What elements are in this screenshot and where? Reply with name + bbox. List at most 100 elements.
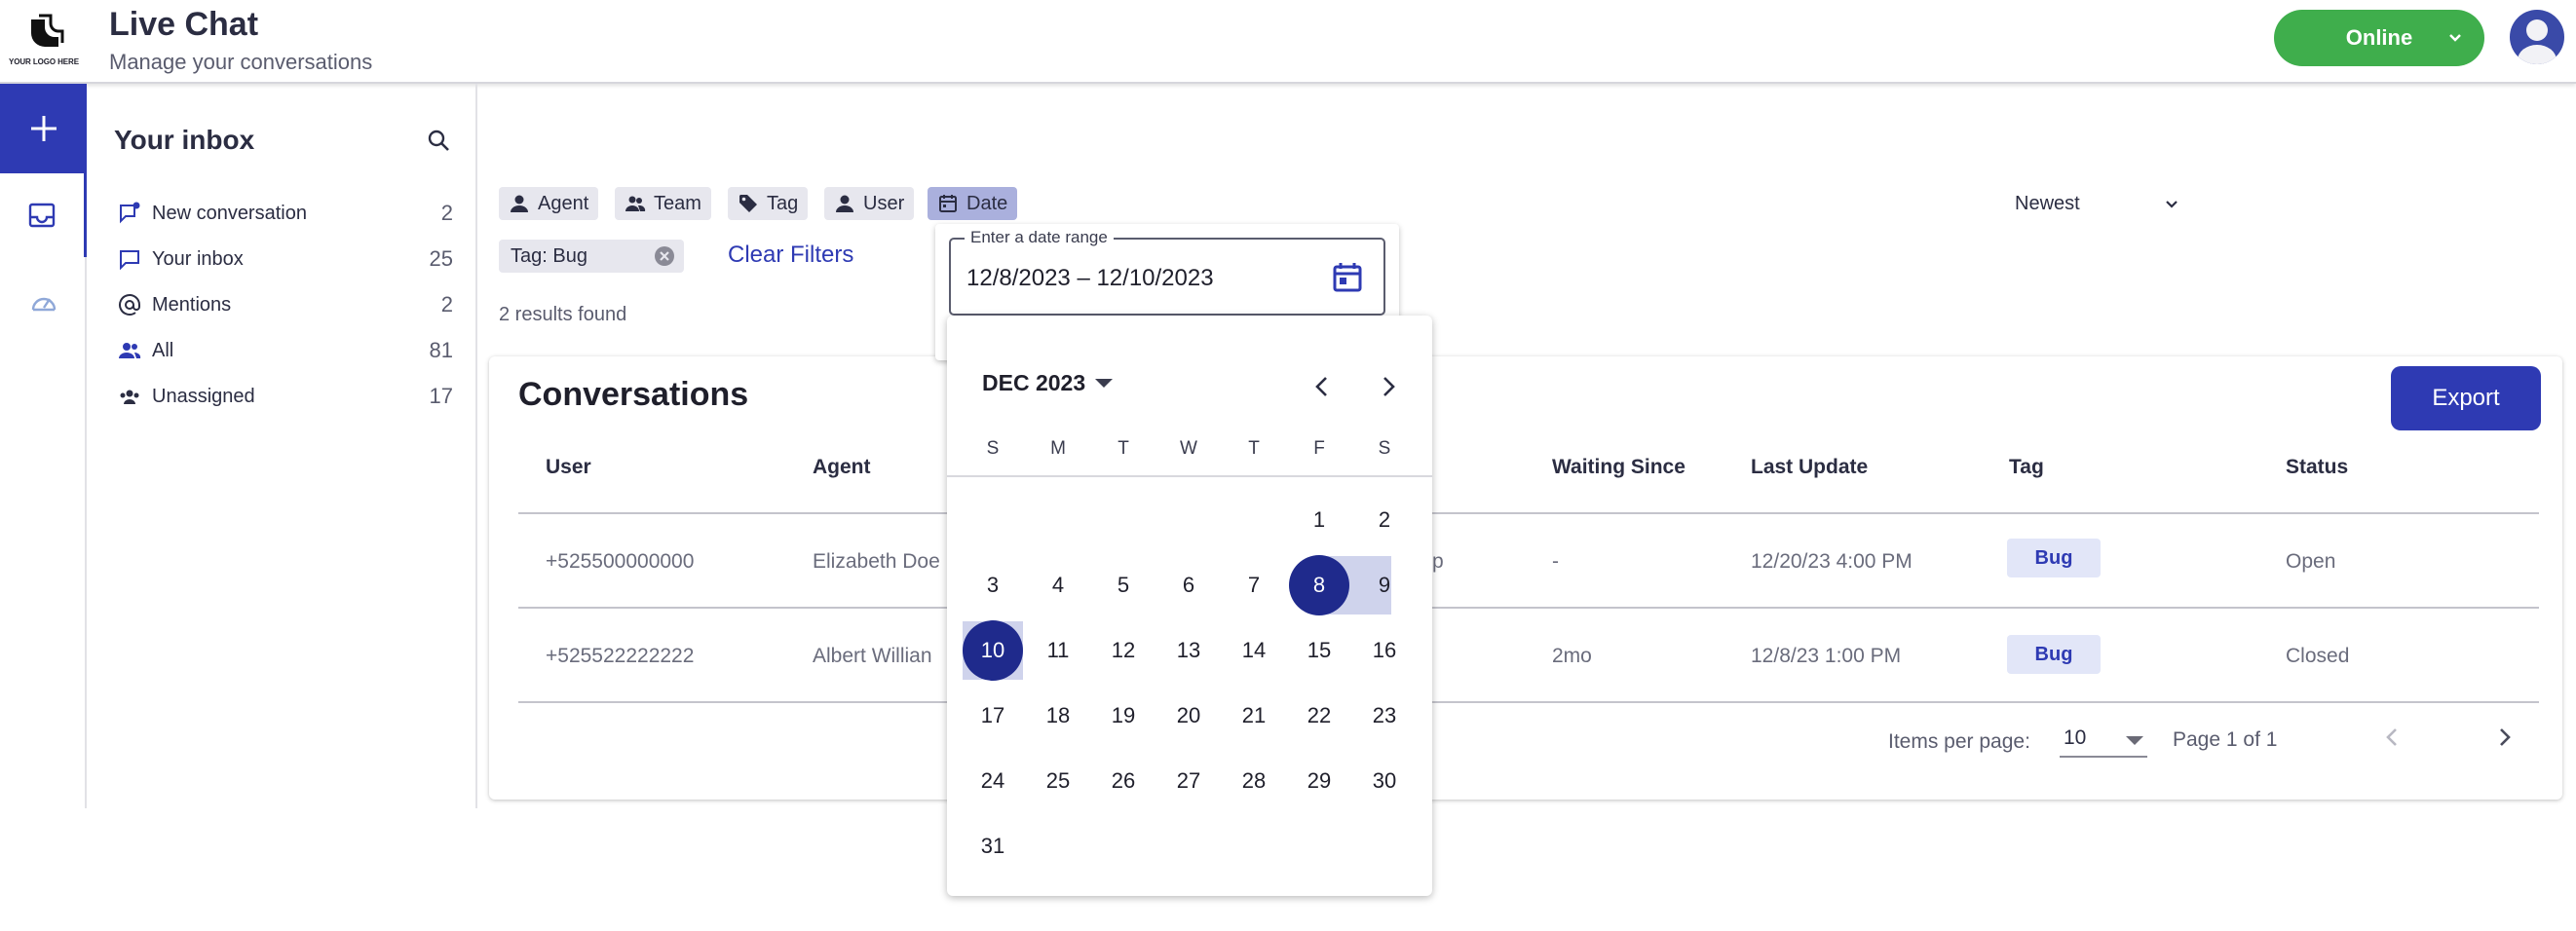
calendar-day[interactable]: 8 (1289, 555, 1349, 615)
calendar-day[interactable]: 9 (1354, 555, 1415, 615)
tag-badge[interactable]: Bug (2007, 635, 2101, 674)
filter-chip-tag[interactable]: Tag (728, 187, 809, 220)
chevron-left-icon[interactable] (1306, 370, 1339, 403)
plus-icon (30, 116, 57, 141)
calendar-day[interactable]: 4 (1028, 555, 1088, 615)
calendar-day[interactable]: 15 (1289, 620, 1349, 681)
date-range-legend: Enter a date range (965, 228, 1114, 247)
calendar-day[interactable]: 26 (1093, 751, 1154, 811)
logo-text: YOUR LOGO HERE (9, 57, 79, 66)
calendar-day[interactable]: 19 (1093, 686, 1154, 746)
calendar-day[interactable]: 20 (1158, 686, 1219, 746)
app-header: YOUR LOGO HERE Live Chat Manage your con… (0, 0, 2576, 84)
rail-dashboard-button[interactable] (0, 261, 87, 345)
cell-status: Open (2286, 550, 2336, 573)
table-divider (518, 701, 2539, 703)
calendar-day[interactable]: 5 (1093, 555, 1154, 615)
export-button[interactable]: Export (2391, 366, 2541, 430)
remove-filter-icon[interactable] (653, 244, 676, 268)
column-header-last-update[interactable]: Last Update (1751, 456, 1868, 479)
group-icon (117, 384, 142, 409)
calendar-day[interactable]: 22 (1289, 686, 1349, 746)
calendar-day[interactable]: 12 (1093, 620, 1154, 681)
cell-agent: Elizabeth Doe (813, 550, 940, 573)
calendar-icon[interactable] (1329, 259, 1366, 296)
tag-badge[interactable]: Bug (2007, 539, 2101, 577)
chevron-down-icon (2449, 34, 2461, 42)
calendar-day[interactable]: 17 (963, 686, 1023, 746)
month-year-selector[interactable]: DEC 2023 (982, 370, 1114, 396)
weekday-label: T (1248, 438, 1260, 459)
cell-user: +525522222222 (546, 645, 695, 667)
chip-label: Agent (538, 192, 589, 214)
column-header-waiting-since[interactable]: Waiting Since (1552, 456, 1686, 479)
chevron-left-icon[interactable] (2377, 723, 2406, 752)
rail-inbox-button[interactable] (0, 173, 87, 257)
weekday-label: F (1313, 438, 1325, 459)
sort-select[interactable]: Newest (2015, 189, 2182, 218)
conversations-card: Conversations Export User Agent Waiting … (489, 356, 2562, 800)
tag-icon (739, 195, 757, 212)
calendar-day[interactable]: 1 (1289, 490, 1349, 550)
chip-label: User (863, 192, 905, 214)
new-conversation-button[interactable] (0, 84, 87, 173)
calendar-day[interactable]: 28 (1224, 751, 1284, 811)
chip-label: Tag (767, 192, 799, 214)
calendar-day[interactable]: 24 (963, 751, 1023, 811)
inbox-item-your-inbox[interactable]: Your inbox 25 (117, 240, 453, 279)
filter-chip-team[interactable]: Team (615, 187, 711, 220)
inbox-item-unassigned[interactable]: Unassigned 17 (117, 377, 453, 416)
table-divider (518, 607, 2539, 609)
inbox-item-new-conversation[interactable]: New conversation 2 (117, 194, 453, 233)
date-range-field[interactable]: Enter a date range 12/8/2023 – 12/10/202… (949, 228, 1385, 316)
calendar-day[interactable]: 23 (1354, 686, 1415, 746)
items-per-page-select[interactable]: 10 (2060, 721, 2147, 758)
calendar-day[interactable]: 25 (1028, 751, 1088, 811)
calendar-day[interactable]: 10 (963, 620, 1023, 681)
inbox-item-all[interactable]: All 81 (117, 331, 453, 370)
status-dropdown[interactable]: Online (2274, 10, 2484, 66)
person-icon (836, 195, 853, 212)
calendar-day[interactable]: 30 (1354, 751, 1415, 811)
calendar-day[interactable]: 3 (963, 555, 1023, 615)
filter-chip-agent[interactable]: Agent (499, 187, 599, 220)
filter-chip-user[interactable]: User (824, 187, 915, 220)
person-icon (511, 195, 528, 212)
column-header-status[interactable]: Status (2286, 456, 2348, 479)
weekday-label: S (986, 438, 1000, 459)
calendar-day[interactable]: 16 (1354, 620, 1415, 681)
sort-value: Newest (2015, 192, 2080, 214)
page-indicator: Page 1 of 1 (2173, 728, 2278, 751)
inbox-item-label: Unassigned (152, 385, 255, 407)
calendar-day[interactable]: 21 (1224, 686, 1284, 746)
active-filter-chip: Tag: Bug (499, 240, 684, 273)
calendar-day[interactable]: 14 (1224, 620, 1284, 681)
calendar-day[interactable]: 29 (1289, 751, 1349, 811)
calendar-day[interactable]: 11 (1028, 620, 1088, 681)
chevron-right-icon[interactable] (2490, 723, 2519, 752)
items-per-page-label: Items per page: (1888, 730, 2030, 753)
column-header-tag[interactable]: Tag (2009, 456, 2044, 479)
calendar-popup: DEC 2023 S M T W T F S 1 2 3 4 5 6 7 8 9 10 11 12 13… (947, 316, 1432, 896)
clear-filters-link[interactable]: Clear Filters (728, 242, 853, 269)
calendar-day[interactable]: 31 (963, 816, 1023, 876)
calendar-day[interactable]: 6 (1158, 555, 1219, 615)
cell-agent: Albert Willian (813, 645, 932, 667)
filter-chip-date[interactable]: Date (928, 187, 1018, 220)
calendar-day[interactable]: 2 (1354, 490, 1415, 550)
calendar-day[interactable]: 18 (1028, 686, 1088, 746)
conversations-title: Conversations (518, 376, 749, 413)
inbox-item-mentions[interactable]: Mentions 2 (117, 285, 453, 324)
avatar[interactable] (2510, 10, 2564, 64)
app-title: Live Chat (109, 6, 259, 43)
calendar-day[interactable]: 13 (1158, 620, 1219, 681)
weekday-label: T (1118, 438, 1129, 459)
calendar-day[interactable]: 27 (1158, 751, 1219, 811)
search-icon[interactable] (425, 127, 454, 156)
left-rail (0, 84, 87, 808)
chevron-right-icon[interactable] (1372, 370, 1405, 403)
column-header-agent[interactable]: Agent (813, 456, 871, 479)
calendar-day[interactable]: 7 (1224, 555, 1284, 615)
date-range-value[interactable]: 12/8/2023 – 12/10/2023 (966, 265, 1214, 292)
column-header-user[interactable]: User (546, 456, 591, 479)
